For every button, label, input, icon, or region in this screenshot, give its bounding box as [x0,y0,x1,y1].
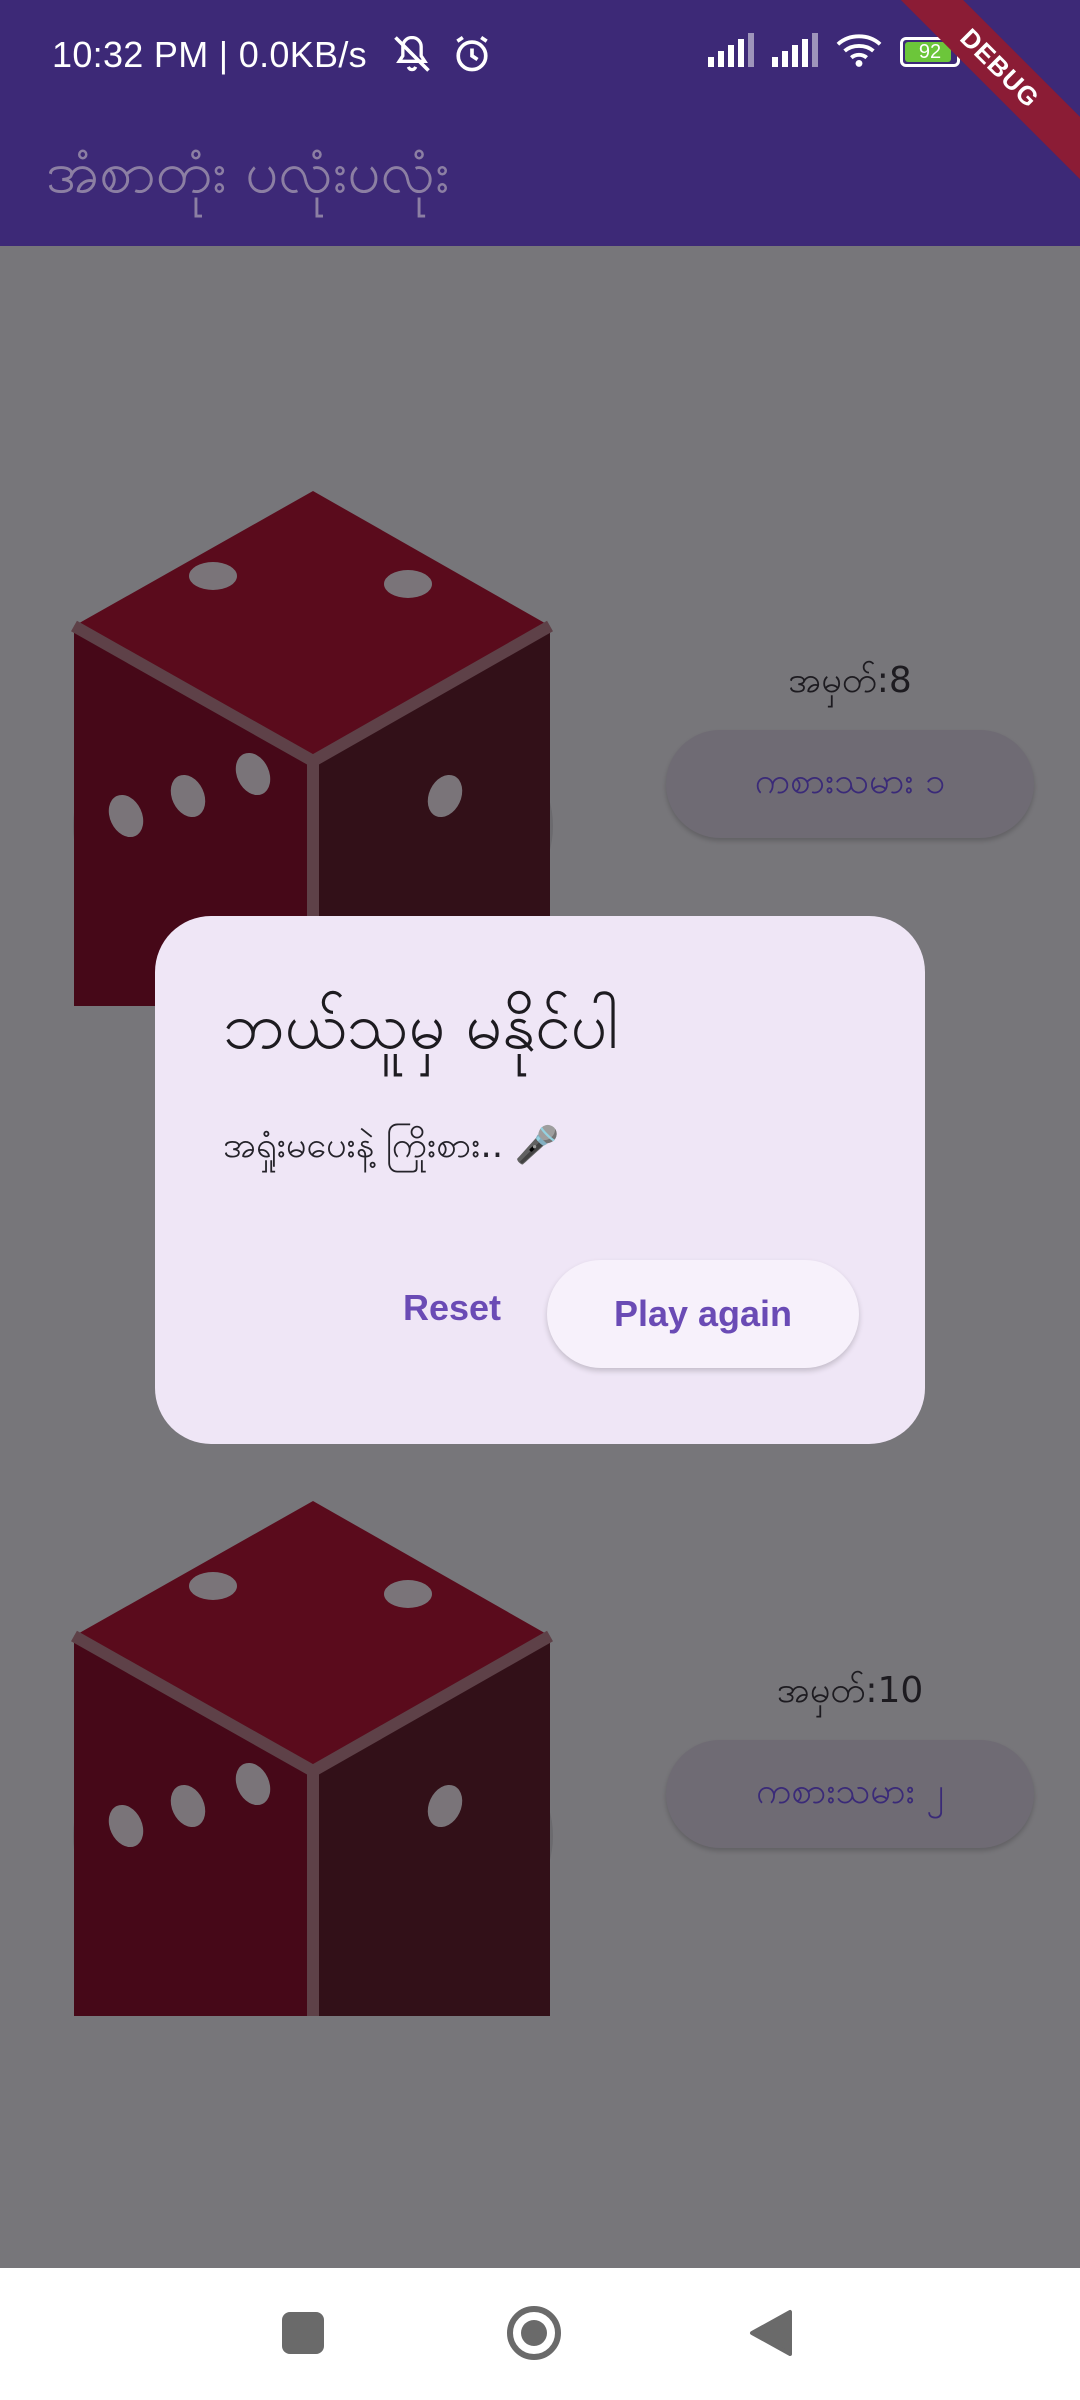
alarm-icon [450,32,494,80]
wifi-icon [836,32,882,72]
recents-icon[interactable] [282,2312,324,2354]
player-2-score: အမှတ်:10 [776,1670,924,1711]
player-1-score: အမှတ်:8 [788,660,912,701]
dice-pip [189,1572,237,1600]
dice-player-2[interactable] [38,1456,598,2016]
dice-pip [189,562,237,590]
reset-button[interactable]: Reset [357,1262,547,1354]
player-1-roll-button[interactable]: ကစားသမား ၁ [666,730,1034,838]
result-dialog: ဘယ်သူမှ မနိုင်ပါ အရှုံးမပေးနဲ့ ကြိုးစား.… [155,916,925,1444]
dialog-title: ဘယ်သူမှ မနိုင်ပါ [223,990,619,1064]
play-again-button[interactable]: Play again [547,1260,859,1368]
home-icon[interactable] [506,2305,562,2361]
status-time: 10:32 PM | 0.0KB/s [52,34,367,75]
player-2-roll-button[interactable]: ကစားသမား ၂ [666,1740,1034,1848]
dice-pip [384,1580,432,1608]
navigation-bar [0,2268,1080,2400]
back-icon[interactable] [746,2308,792,2358]
app-bar: အံစာတုံး ပလုံးပလုံး [0,118,1080,246]
signal-icon [708,33,754,71]
mute-icon [390,32,434,80]
dialog-message: အရှုံးမပေးနဲ့ ကြိုးစား.. 🎤 [223,1125,560,1166]
battery-percentage: 92 [918,40,942,63]
app-title: အံစာတုံး ပလုံးပလုံး [46,138,450,206]
signal-icon [772,33,818,71]
dice-pip [384,570,432,598]
